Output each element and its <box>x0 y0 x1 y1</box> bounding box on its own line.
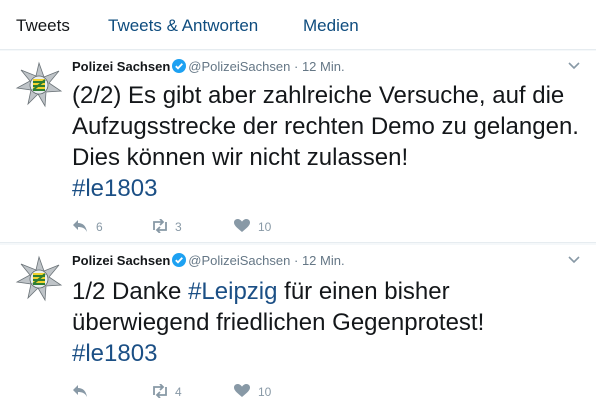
hashtag-link[interactable]: #Leipzig <box>188 278 277 305</box>
author-handle[interactable]: @PolizeiSachsen <box>188 59 290 74</box>
tweet-header: Polizei Sachsen @PolizeiSachsen · 12 Min. <box>72 59 345 79</box>
verified-badge-icon <box>172 253 187 267</box>
author-name[interactable]: Polizei Sachsen <box>72 253 170 268</box>
reply-icon <box>73 220 87 232</box>
like-count: 10 <box>258 385 272 399</box>
tweet-header: Polizei Sachsen @PolizeiSachsen · 12 Min. <box>72 253 345 273</box>
reply-count: 6 <box>96 220 103 234</box>
separator-dot: · <box>293 59 299 74</box>
police-star-logo-icon <box>15 255 63 302</box>
timestamp[interactable]: 12 Min. <box>302 59 345 74</box>
avatar[interactable] <box>15 255 63 303</box>
tweet-text-body: (2/2) Es gibt aber zahlreiche Versuche, … <box>72 82 579 171</box>
police-star-logo-icon <box>15 61 63 108</box>
tweet[interactable]: Polizei Sachsen @PolizeiSachsen · 12 Min.… <box>0 51 596 243</box>
author-name[interactable]: Polizei Sachsen <box>72 59 170 74</box>
tweet[interactable]: Polizei Sachsen @PolizeiSachsen · 12 Min.… <box>0 245 596 410</box>
avatar[interactable] <box>15 61 63 109</box>
chevron-down-icon[interactable] <box>568 256 580 264</box>
retweet-icon <box>153 384 167 398</box>
timestamp[interactable]: 12 Min. <box>302 253 345 268</box>
chevron-down-icon[interactable] <box>568 62 580 70</box>
author-handle[interactable]: @PolizeiSachsen <box>188 253 290 268</box>
profile-tabs: Tweets Tweets & Antworten Medien <box>0 0 596 50</box>
tab-tweets-and-replies[interactable]: Tweets & Antworten <box>108 16 258 36</box>
verified-badge-icon <box>172 59 187 73</box>
tab-media[interactable]: Medien <box>303 16 359 36</box>
tweet-text: 1/2 Danke #Leipzig für einen bisher über… <box>72 276 582 369</box>
retweet-icon <box>153 219 167 233</box>
like-count: 10 <box>258 220 272 234</box>
tweet-text-before: 1/2 Danke <box>72 278 189 305</box>
separator-dot: · <box>293 253 299 268</box>
heart-icon <box>234 219 250 232</box>
tab-tweets[interactable]: Tweets <box>16 16 70 36</box>
heart-icon <box>234 384 250 397</box>
retweet-count: 4 <box>175 385 182 399</box>
tweet-text: (2/2) Es gibt aber zahlreiche Versuche, … <box>72 80 582 204</box>
hashtag-link[interactable]: #le1803 <box>72 175 157 202</box>
hashtag-link[interactable]: #le1803 <box>72 340 157 367</box>
reply-icon <box>73 385 87 397</box>
retweet-count: 3 <box>175 220 182 234</box>
